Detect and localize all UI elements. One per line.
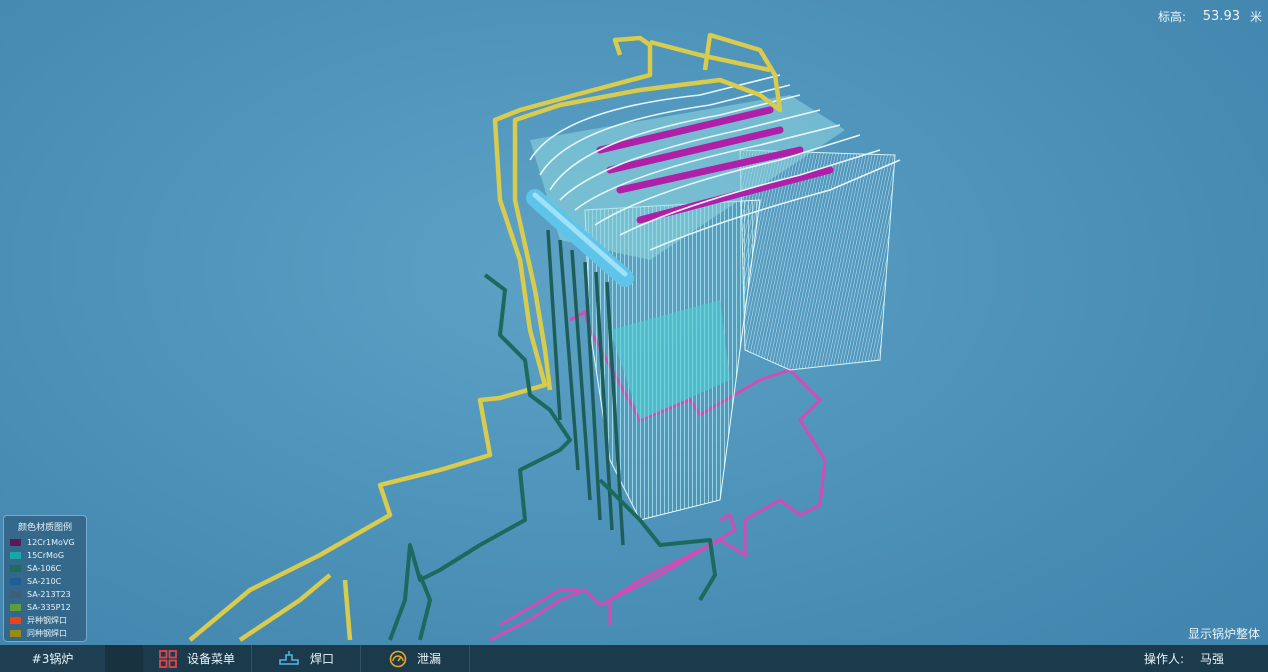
legend-swatch <box>10 565 21 572</box>
weld-joint-button[interactable]: 焊口 <box>252 645 361 672</box>
elevation-readout: 标高: 53.93 米 <box>1158 8 1262 25</box>
weld-joint-label: 焊口 <box>309 652 334 666</box>
elevation-value: 53.93 <box>1202 9 1240 24</box>
legend-item: SA-210C <box>10 575 80 588</box>
gauge-icon <box>389 650 407 667</box>
operator-label: 操作人: <box>1143 652 1184 666</box>
legend-item: 同种钢焊口 <box>10 627 80 640</box>
legend-swatch <box>10 617 21 624</box>
legend-item: 15CrMoG <box>10 549 80 562</box>
device-menu-label: 设备菜单 <box>186 652 235 666</box>
legend-item: 异种钢焊口 <box>10 614 80 627</box>
legend-label: SA-335P12 <box>27 603 71 612</box>
legend-label: SA-210C <box>27 577 62 586</box>
legend-label: SA-106C <box>27 564 62 573</box>
operator-info: 操作人: 马强 <box>1144 650 1224 667</box>
legend-swatch <box>10 578 21 585</box>
operator-name: 马强 <box>1199 652 1224 666</box>
legend-item: SA-335P12 <box>10 601 80 614</box>
show-whole-boiler-button[interactable]: 显示锅炉整体 <box>1188 625 1260 642</box>
legend-swatch <box>10 539 21 546</box>
pipe-joint-icon <box>279 650 299 665</box>
elevation-label: 标高: <box>1157 10 1186 24</box>
legend-item: SA-213T23 <box>10 588 80 601</box>
legend-label: 15CrMoG <box>27 551 65 560</box>
legend-swatch <box>10 591 21 598</box>
legend-label: 同种钢焊口 <box>27 629 67 638</box>
bottom-toolbar: #3锅炉 设备菜单 焊口 泄漏 操作人: 马强 <box>0 645 1268 672</box>
legend-title: 颜色材质图例 <box>17 523 72 533</box>
leak-button[interactable]: 泄漏 <box>361 645 470 672</box>
leak-label: 泄漏 <box>416 652 441 666</box>
toolbar-divider <box>105 645 143 672</box>
boiler-title: #3锅炉 <box>0 645 105 672</box>
legend-label: 异种钢焊口 <box>27 616 67 625</box>
material-color-legend: 颜色材质图例 12Cr1MoVG 15CrMoG SA-106C SA-210C… <box>3 515 87 642</box>
legend-swatch <box>10 604 21 611</box>
legend-item: SA-106C <box>10 562 80 575</box>
legend-swatch <box>10 552 21 559</box>
legend-label: 12Cr1MoVG <box>27 538 75 547</box>
legend-item: 12Cr1MoVG <box>10 536 80 549</box>
grid-icon <box>159 649 177 668</box>
legend-label: SA-213T23 <box>27 590 71 599</box>
elevation-unit: 米 <box>1249 10 1262 24</box>
legend-swatch <box>10 630 21 637</box>
device-menu-button[interactable]: 设备菜单 <box>143 645 252 672</box>
boiler-3d-view[interactable] <box>0 0 1268 645</box>
